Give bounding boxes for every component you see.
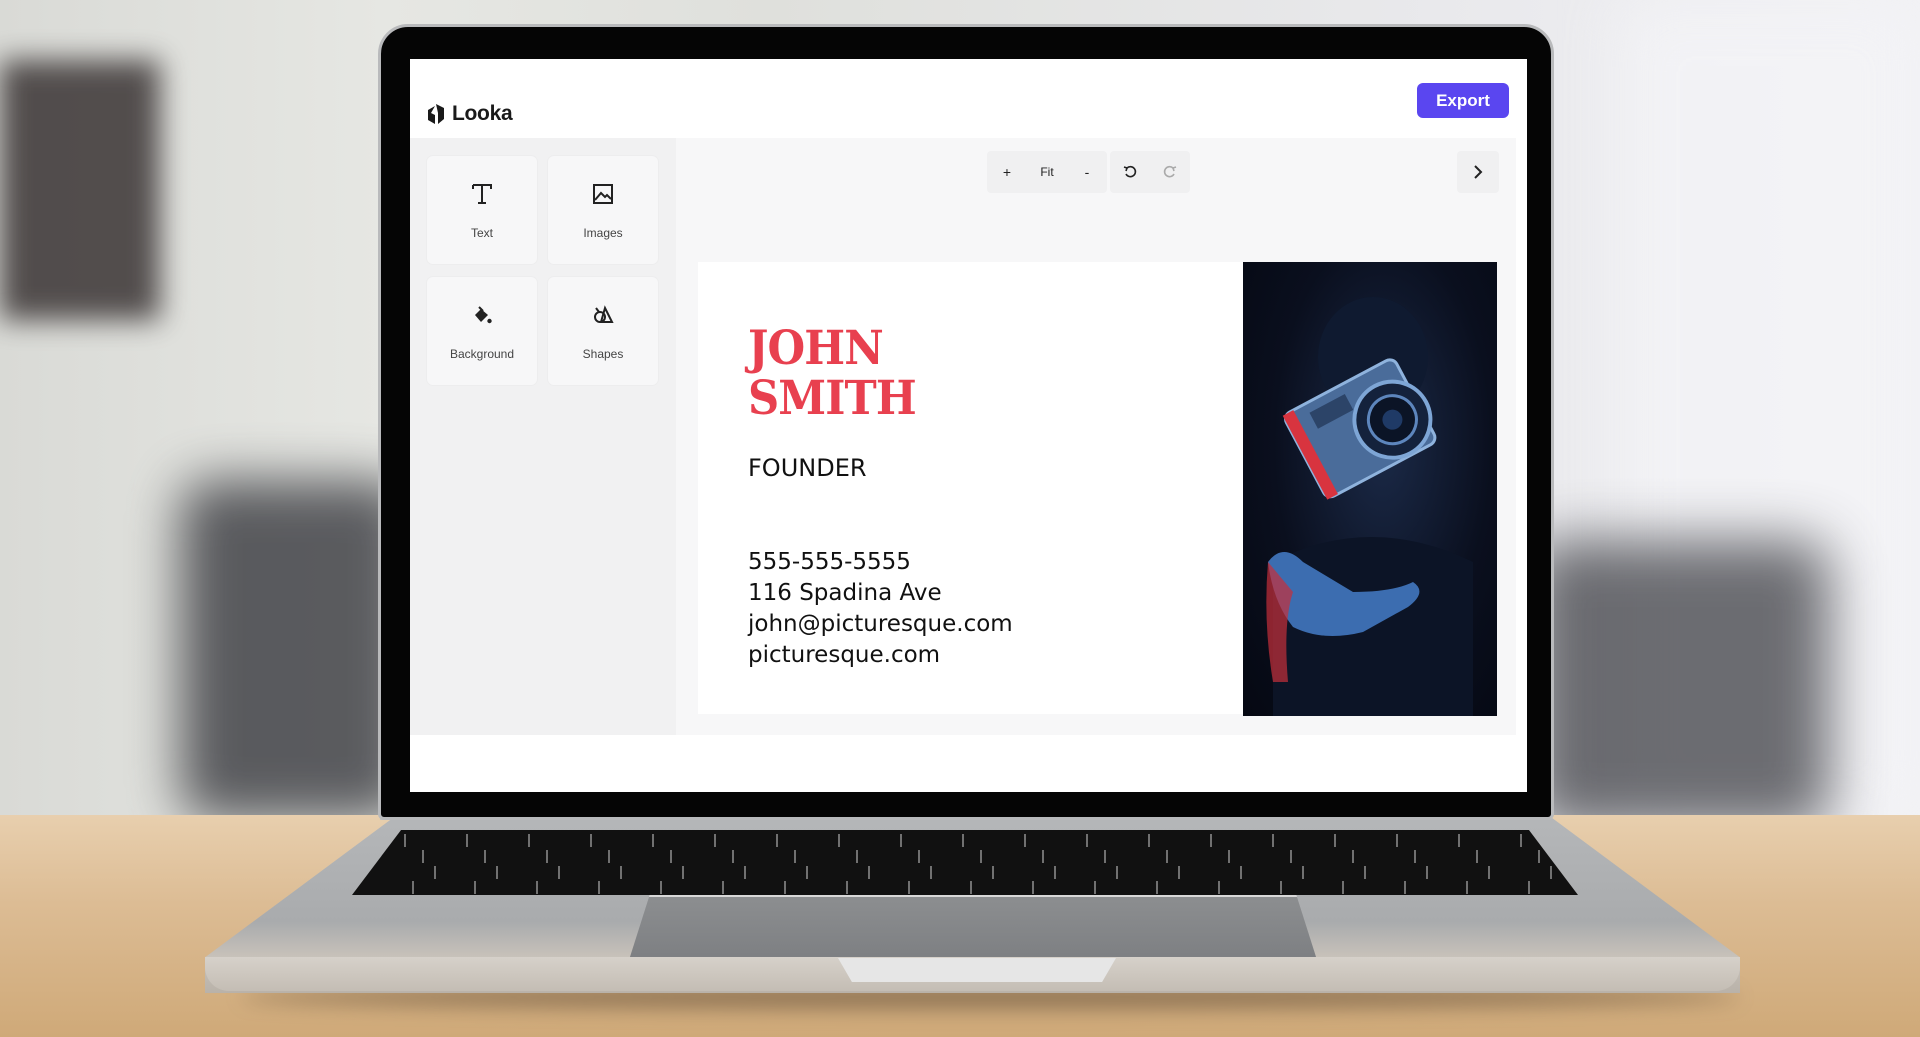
background-sofa-right: [1530, 540, 1830, 830]
tool-label: Shapes: [582, 347, 624, 361]
card-address: 116 Spadina Ave: [748, 580, 942, 606]
card-name[interactable]: JOHN SMITH: [748, 321, 917, 426]
zoom-controls: + Fit -: [987, 151, 1107, 193]
card-phone: 555-555-5555: [748, 549, 911, 575]
text-icon: [471, 180, 493, 208]
sidebar-tool-text[interactable]: Text: [427, 156, 537, 264]
background-wall-frame: [0, 60, 160, 320]
sidebar-tool-shapes[interactable]: Shapes: [548, 277, 658, 385]
card-name-last: SMITH: [748, 371, 917, 426]
card-contact-block[interactable]: 555-555-5555 116 Spadina Ave john@pictur…: [748, 547, 1013, 671]
editor-area: Text Images Background Shapes + Fit - JO…: [410, 138, 1516, 779]
card-website: picturesque.com: [748, 642, 941, 668]
undo-icon: [1123, 165, 1137, 178]
app-name: Looka: [452, 102, 513, 125]
paint-bucket-icon: [471, 301, 493, 329]
laptop-lid-notch: [838, 958, 1116, 982]
camera-photo-illustration: [1266, 297, 1473, 716]
next-panel-button[interactable]: [1457, 151, 1499, 193]
zoom-out-button[interactable]: -: [1067, 151, 1107, 193]
business-card-canvas[interactable]: JOHN SMITH FOUNDER 555-555-5555 116 Spad…: [698, 262, 1243, 714]
chevron-right-icon: [1474, 165, 1483, 179]
laptop-screen: Looka Export Text Images Background Shap…: [410, 59, 1527, 792]
tool-label: Text: [470, 226, 493, 240]
looka-logo-icon: [428, 104, 444, 124]
app-header: Looka Export: [410, 59, 1527, 138]
zoom-in-button[interactable]: +: [987, 151, 1027, 193]
redo-button[interactable]: [1150, 151, 1190, 193]
laptop-trackpad: [629, 895, 1317, 960]
card-name-first: JOHN: [748, 321, 884, 376]
sidebar-tool-background[interactable]: Background: [427, 277, 537, 385]
looka-logo[interactable]: Looka: [426, 102, 513, 126]
sidebar-tool-images[interactable]: Images: [548, 156, 658, 264]
export-button[interactable]: Export: [1417, 83, 1509, 118]
history-controls: [1110, 151, 1190, 193]
zoom-fit-button[interactable]: Fit: [1027, 151, 1067, 193]
card-photo[interactable]: [1243, 262, 1497, 716]
tool-label: Images: [583, 226, 623, 240]
redo-icon: [1163, 165, 1177, 178]
card-email: john@picturesque.com: [748, 611, 1013, 637]
screen-bottom-blank: [410, 735, 1527, 792]
laptop-keyboard: [352, 830, 1578, 895]
tools-sidebar: Text Images Background Shapes: [410, 138, 676, 735]
shapes-icon: [592, 301, 614, 329]
image-icon: [592, 180, 614, 208]
tool-label: Background: [449, 347, 515, 361]
undo-button[interactable]: [1110, 151, 1150, 193]
background-sofa-left: [180, 480, 410, 820]
card-job-title[interactable]: FOUNDER: [748, 454, 867, 482]
